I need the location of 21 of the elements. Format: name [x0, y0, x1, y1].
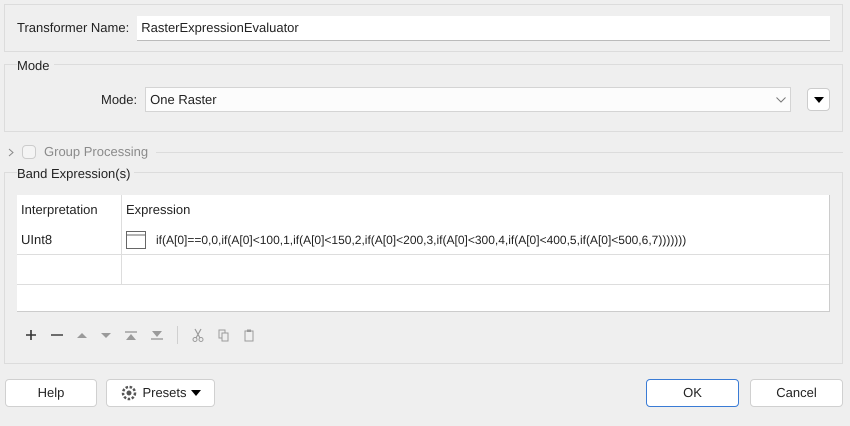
cancel-button[interactable]: Cancel	[750, 379, 843, 407]
gear-icon	[120, 384, 138, 402]
ok-button[interactable]: OK	[646, 379, 739, 407]
triangle-down-icon	[814, 96, 824, 102]
editor-icon[interactable]	[126, 230, 146, 248]
chevron-down-icon	[776, 96, 786, 102]
table-cell-text: if(A[0]==0,0,if(A[0]<100,1,if(A[0]<150,2,if(A[0]<200,3,if(A[0]<300,4,if(A[0]<400,5,if(A[0]<500,6,7)))))))	[156, 232, 686, 248]
mode-dropdown[interactable]: One Raster	[145, 87, 791, 112]
help-button[interactable]: Help	[5, 379, 97, 407]
menu-button[interactable]	[807, 88, 830, 111]
name-field[interactable]: RasterExpressionEvaluator	[137, 16, 830, 40]
remove-icon[interactable]	[51, 333, 63, 337]
presets-button[interactable]: Presets	[106, 379, 215, 407]
table-cell: UInt8	[17, 225, 122, 254]
field-label: Mode:	[101, 90, 138, 109]
column-header: Interpretation	[17, 195, 122, 225]
add-icon[interactable]	[25, 329, 37, 341]
field-label: Transformer Name:	[17, 19, 130, 38]
triangle-down-icon	[190, 390, 201, 396]
checkbox-label: Group Processing	[44, 143, 148, 162]
column-header: Expression	[125, 201, 192, 220]
